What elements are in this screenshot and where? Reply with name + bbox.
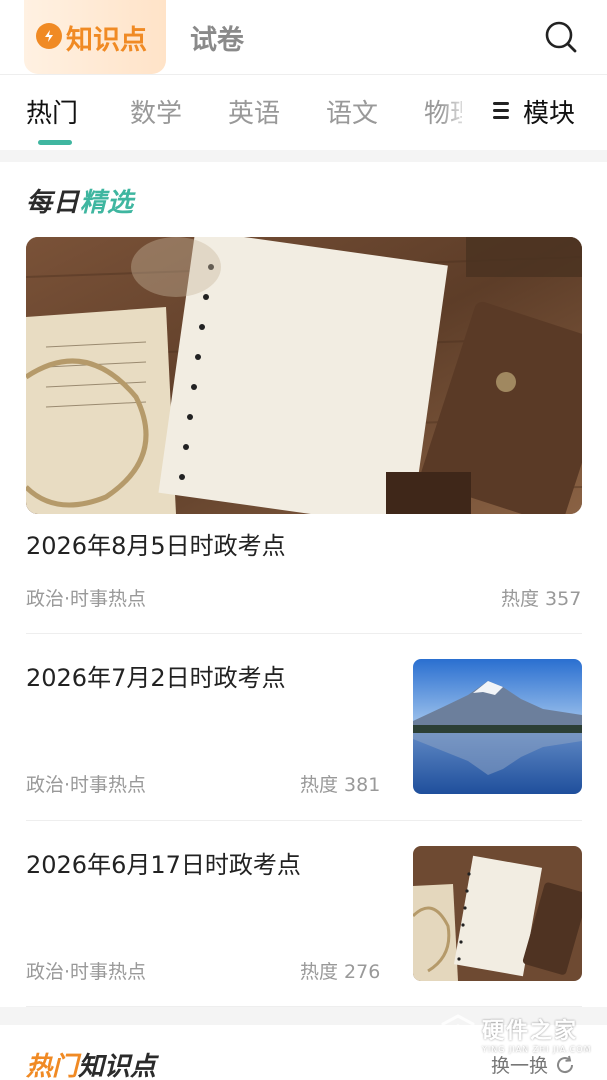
article-thumbnail[interactable] [413, 846, 582, 981]
watermark-logo-icon [441, 1014, 475, 1052]
title-part-hot: 热门 [26, 1052, 79, 1080]
featured-article-image[interactable] [26, 237, 582, 514]
search-icon[interactable] [543, 19, 579, 55]
article-title[interactable]: 2026年7月2日时政考点 [26, 658, 286, 693]
article-heat: 热度 276 [300, 961, 381, 983]
mountain-lake-photo [413, 659, 582, 794]
divider [26, 633, 582, 634]
title-part-picks: 精选 [80, 188, 135, 218]
subject-tab-math[interactable]: 数学 [130, 93, 182, 130]
watermark-pinyin: YING JIAN ZHI JIA.COM [482, 1044, 592, 1054]
divider [26, 820, 582, 821]
daily-picks-title: 每日精选 [26, 182, 134, 219]
subject-tab-hot[interactable]: 热门 [26, 93, 78, 130]
module-label: 模块 [523, 98, 576, 129]
subject-tabs: 热门 数学 英语 语文 物理 模块 [0, 74, 607, 151]
top-bar: 知识点 试卷 [0, 0, 607, 74]
article-tags: 政治·时事热点 [26, 588, 147, 610]
active-tab-indicator [38, 140, 72, 145]
article-title[interactable]: 2026年8月5日时政考点 [26, 526, 286, 561]
article-heat: 热度 381 [300, 774, 381, 796]
tab-label: 知识点 [66, 25, 147, 56]
article-title[interactable]: 2026年6月17日时政考点 [26, 845, 301, 880]
article-tags: 政治·时事热点 [26, 961, 147, 983]
module-button[interactable]: 模块 [493, 91, 575, 131]
notebook-desk-photo [413, 846, 582, 981]
section-divider [0, 150, 607, 162]
watermark-name: 硬件之家 [482, 1018, 579, 1044]
article-thumbnail[interactable] [413, 659, 582, 794]
article-tags: 政治·时事热点 [26, 774, 147, 796]
article-heat: 热度 357 [501, 588, 582, 610]
tab-exam-papers[interactable]: 试卷 [190, 18, 244, 57]
tabs-fade-overlay [440, 75, 490, 151]
subject-tab-chinese[interactable]: 语文 [326, 93, 378, 130]
lightbulb-icon [36, 23, 62, 49]
menu-icon [493, 101, 509, 121]
tab-knowledge-points[interactable]: 知识点 [24, 0, 166, 74]
title-part-daily: 每日 [26, 188, 81, 218]
hot-knowledge-points-title: 热门知识点 [26, 1046, 156, 1080]
site-watermark: 硬件之家 YING JIAN ZHI JIA.COM [440, 1008, 600, 1058]
subject-tab-english[interactable]: 英语 [228, 93, 280, 130]
title-part-knowledge: 知识点 [78, 1052, 157, 1080]
notebook-desk-photo [26, 237, 582, 514]
